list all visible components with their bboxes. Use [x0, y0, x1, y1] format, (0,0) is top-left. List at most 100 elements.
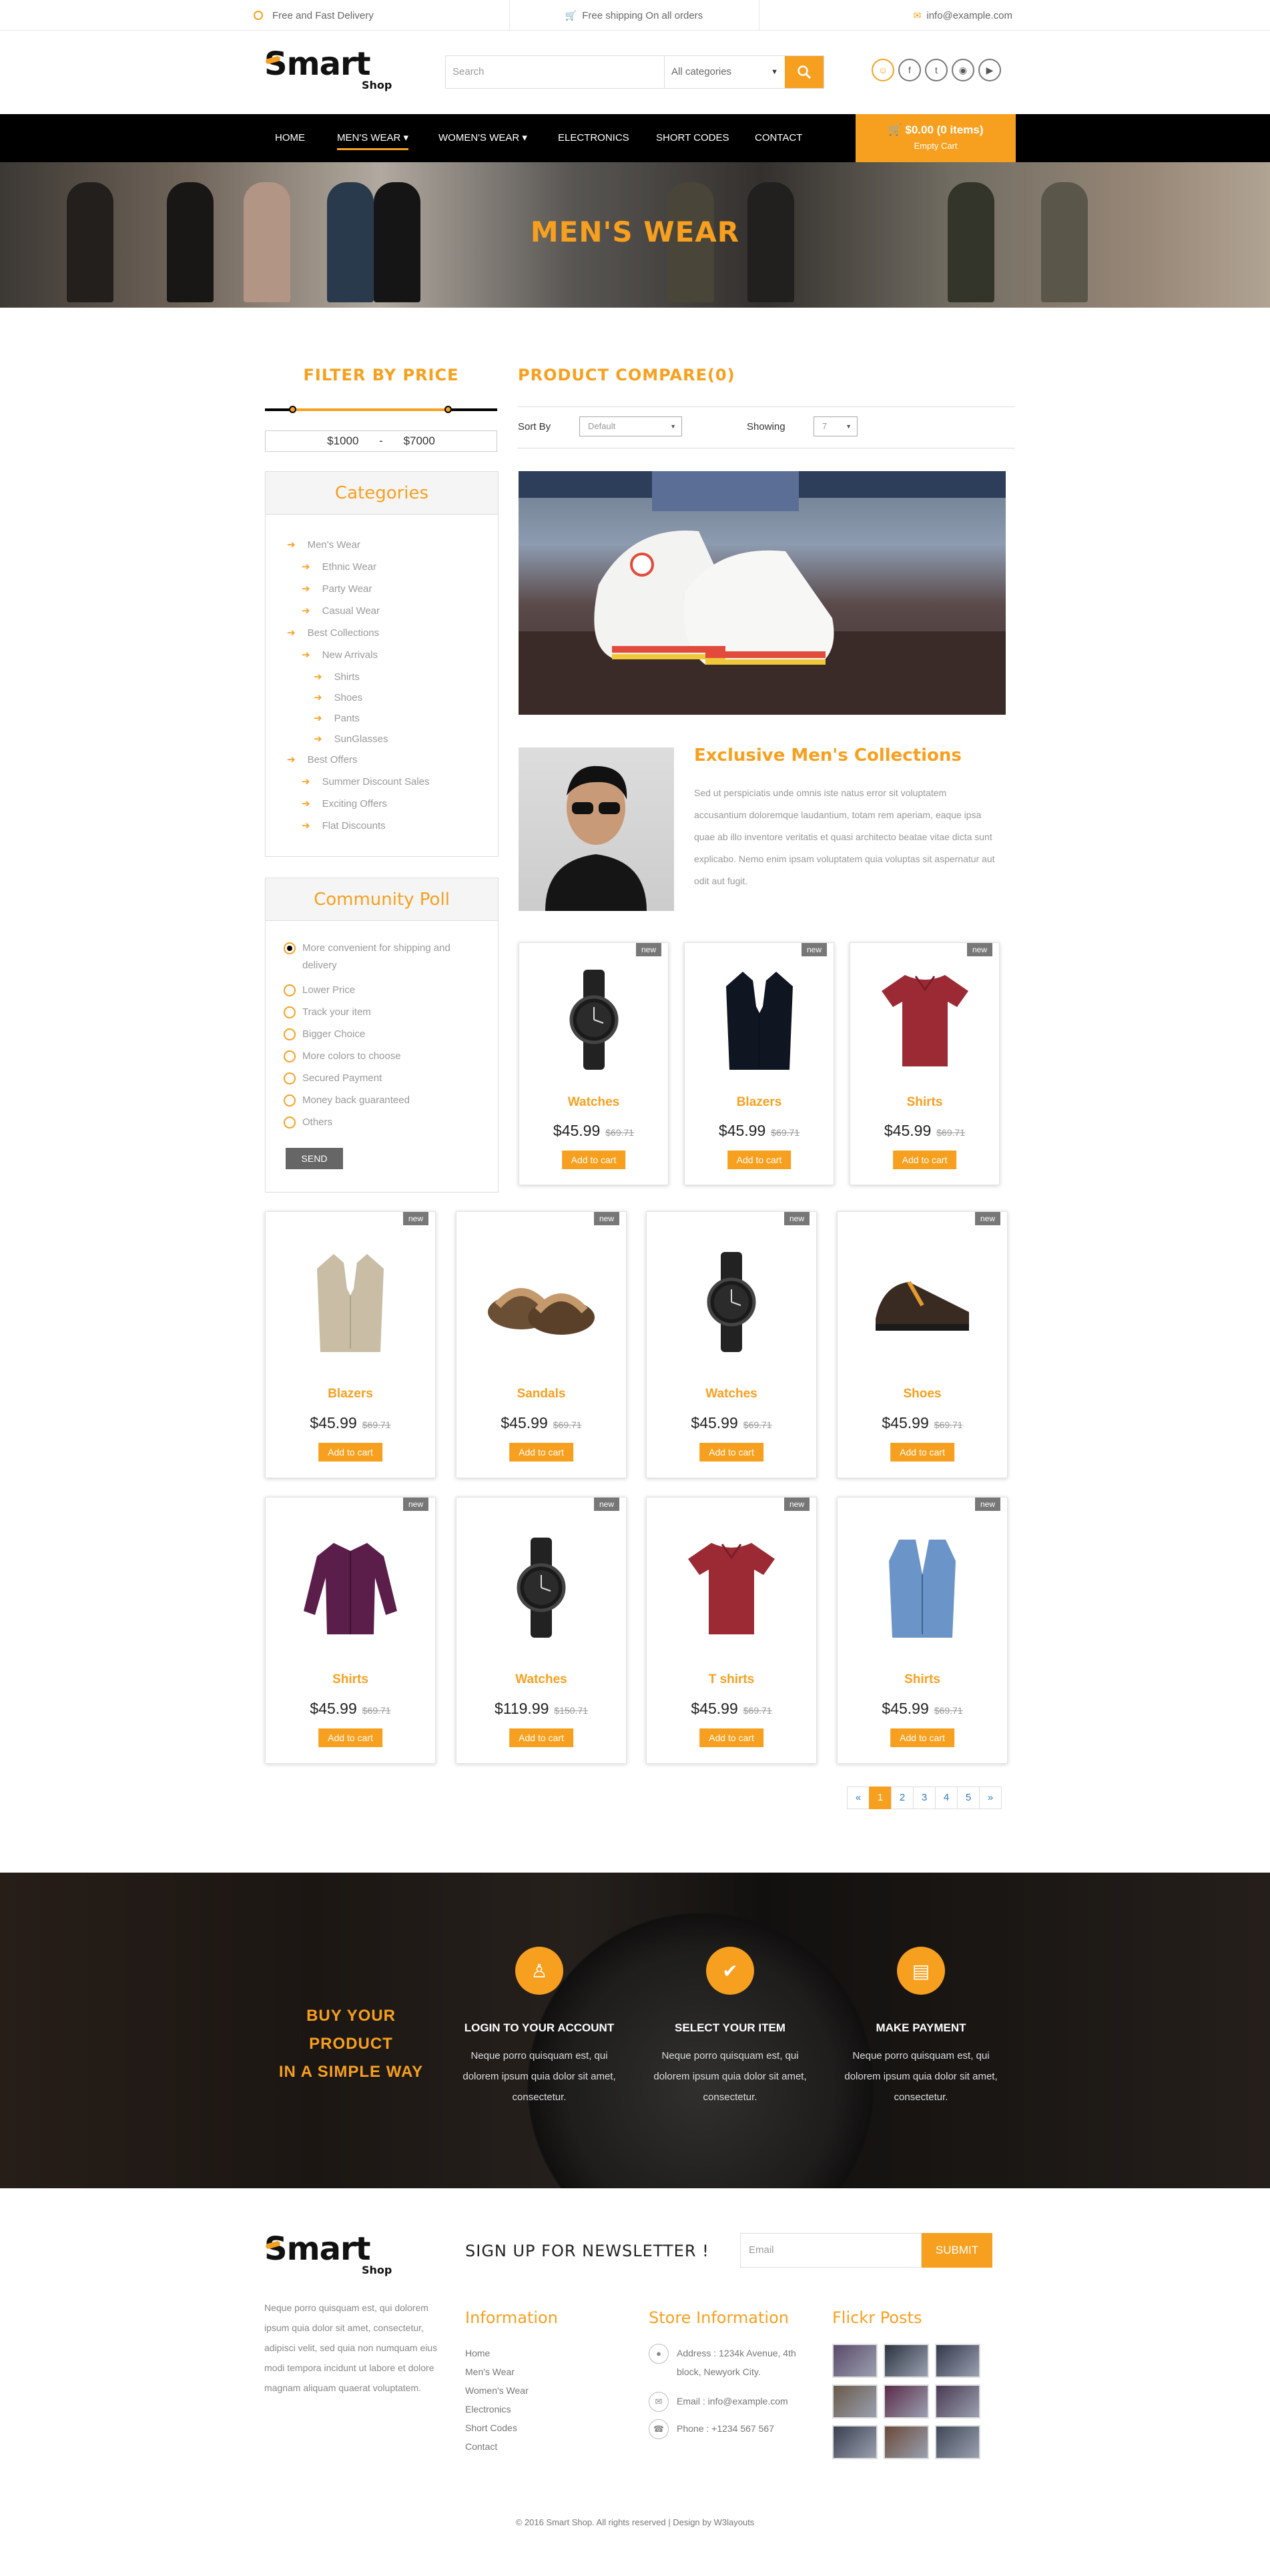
- add-to-cart-button[interactable]: Add to cart: [890, 1443, 954, 1462]
- category-best-collections[interactable]: ➔ Best Collections: [287, 627, 379, 639]
- radio-icon[interactable]: [284, 942, 296, 954]
- poll-option[interactable]: Secured Payment: [284, 1070, 382, 1087]
- category-pants[interactable]: ➔ Pants: [314, 712, 360, 724]
- product-name[interactable]: Blazers: [266, 1387, 435, 1401]
- product-name[interactable]: Watches: [647, 1387, 816, 1401]
- flickr-thumbnail[interactable]: [832, 2384, 878, 2419]
- add-to-cart-button[interactable]: Add to cart: [890, 1728, 954, 1747]
- search-input[interactable]: Search: [446, 56, 665, 88]
- product-card[interactable]: new T shirts $45.99 $69.71 Add to cart: [646, 1497, 817, 1764]
- product-card[interactable]: new Sandals $45.99 $69.71 Add to cart: [456, 1211, 627, 1478]
- footer-link-contact[interactable]: Contact: [465, 2441, 497, 2452]
- product-image[interactable]: [266, 1528, 435, 1648]
- youtube-icon[interactable]: ▶: [978, 59, 1001, 81]
- category-flat-discounts[interactable]: ➔ Flat Discounts: [302, 820, 386, 832]
- poll-option[interactable]: More convenient for shipping and deliver…: [284, 940, 484, 974]
- product-image[interactable]: [838, 1528, 1007, 1648]
- category-summer-discount[interactable]: ➔ Summer Discount Sales: [302, 775, 429, 787]
- poll-option[interactable]: Lower Price: [284, 982, 355, 999]
- radio-icon[interactable]: [284, 1006, 296, 1018]
- showing-select[interactable]: 7 ▼: [814, 416, 858, 436]
- category-new-arrivals[interactable]: ➔ New Arrivals: [302, 649, 378, 661]
- empty-cart-link[interactable]: Empty Cart: [856, 141, 1016, 151]
- add-to-cart-button[interactable]: Add to cart: [318, 1443, 382, 1462]
- category-sunglasses[interactable]: ➔ SunGlasses: [314, 733, 388, 745]
- nav-contact[interactable]: CONTACT: [755, 114, 802, 162]
- product-name[interactable]: Shirts: [850, 1095, 999, 1110]
- product-card[interactable]: new Watches $119.99 $150.71 Add to cart: [456, 1497, 627, 1764]
- product-image[interactable]: [838, 1242, 1007, 1362]
- add-to-cart-button[interactable]: Add to cart: [561, 1151, 626, 1169]
- category-casual-wear[interactable]: ➔ Casual Wear: [302, 605, 380, 617]
- product-image[interactable]: [456, 1242, 626, 1362]
- page-2[interactable]: 2: [891, 1787, 914, 1809]
- add-to-cart-button[interactable]: Add to cart: [699, 1443, 763, 1462]
- category-mens-wear[interactable]: ➔ Men's Wear: [287, 539, 360, 551]
- product-name[interactable]: T shirts: [647, 1672, 816, 1687]
- radio-icon[interactable]: [284, 1116, 296, 1129]
- category-ethnic-wear[interactable]: ➔ Ethnic Wear: [302, 561, 376, 573]
- add-to-cart-button[interactable]: Add to cart: [892, 1151, 957, 1169]
- product-name[interactable]: Sandals: [456, 1387, 626, 1401]
- footer-link-home[interactable]: Home: [465, 2348, 490, 2358]
- product-image[interactable]: [647, 1242, 816, 1362]
- add-to-cart-button[interactable]: Add to cart: [509, 1443, 573, 1462]
- flickr-thumbnail[interactable]: [884, 2344, 929, 2378]
- flickr-thumbnail[interactable]: [884, 2425, 929, 2459]
- product-name[interactable]: Blazers: [685, 1095, 834, 1110]
- page-next[interactable]: »: [979, 1787, 1002, 1809]
- add-to-cart-button[interactable]: Add to cart: [318, 1728, 382, 1747]
- page-1[interactable]: 1: [869, 1787, 892, 1809]
- product-image[interactable]: [456, 1528, 626, 1648]
- category-shirts[interactable]: ➔ Shirts: [314, 671, 360, 683]
- nav-electronics[interactable]: ELECTRONICS: [558, 114, 629, 162]
- slider-handle-max[interactable]: [444, 406, 452, 413]
- add-to-cart-button[interactable]: Add to cart: [699, 1728, 763, 1747]
- instagram-icon[interactable]: ◉: [952, 59, 974, 81]
- add-to-cart-button[interactable]: Add to cart: [727, 1151, 791, 1169]
- flickr-thumbnail[interactable]: [884, 2384, 929, 2419]
- page-prev[interactable]: «: [847, 1787, 870, 1809]
- category-exciting-offers[interactable]: ➔ Exciting Offers: [302, 797, 387, 810]
- page-3[interactable]: 3: [913, 1787, 936, 1809]
- product-image[interactable]: [685, 966, 834, 1073]
- poll-send-button[interactable]: SEND: [286, 1148, 343, 1169]
- product-image[interactable]: [519, 966, 668, 1073]
- radio-icon[interactable]: [284, 1050, 296, 1062]
- poll-option[interactable]: Money back guaranteed: [284, 1092, 410, 1109]
- user-icon[interactable]: ☺: [872, 59, 894, 81]
- radio-icon[interactable]: [284, 1094, 296, 1106]
- category-party-wear[interactable]: ➔ Party Wear: [302, 583, 372, 595]
- page-5[interactable]: 5: [957, 1787, 980, 1809]
- product-name[interactable]: Shoes: [838, 1387, 1007, 1401]
- newsletter-submit-button[interactable]: SUBMIT: [922, 2233, 992, 2268]
- flickr-thumbnail[interactable]: [832, 2344, 878, 2378]
- price-slider[interactable]: [265, 406, 497, 413]
- flickr-thumbnail[interactable]: [935, 2344, 980, 2378]
- product-name[interactable]: Shirts: [838, 1672, 1007, 1687]
- footer-logo[interactable]: Smart Shop: [264, 2230, 392, 2276]
- nav-short-codes[interactable]: SHORT CODES: [656, 114, 729, 162]
- add-to-cart-button[interactable]: Add to cart: [509, 1728, 573, 1747]
- product-card[interactable]: new Watches $45.99 $69.71 Add to cart: [519, 942, 669, 1185]
- poll-option[interactable]: More colors to choose: [284, 1048, 401, 1065]
- radio-icon[interactable]: [284, 1028, 296, 1040]
- flickr-thumbnail[interactable]: [935, 2425, 980, 2459]
- flickr-thumbnail[interactable]: [832, 2425, 878, 2459]
- poll-option[interactable]: Bigger Choice: [284, 1026, 365, 1043]
- twitter-icon[interactable]: t: [925, 59, 948, 81]
- slider-handle-min[interactable]: [289, 406, 296, 413]
- category-shoes[interactable]: ➔ Shoes: [314, 691, 362, 703]
- nav-home[interactable]: HOME: [275, 114, 305, 162]
- poll-option[interactable]: Track your item: [284, 1004, 371, 1021]
- footer-link-short-codes[interactable]: Short Codes: [465, 2423, 517, 2433]
- nav-womens-wear[interactable]: WOMEN'S WEAR ▾: [438, 114, 527, 162]
- sort-select[interactable]: Default ▼: [579, 416, 682, 436]
- newsletter-email-input[interactable]: Email: [740, 2233, 922, 2268]
- category-select[interactable]: All categories ▼: [665, 56, 785, 88]
- search-button[interactable]: [785, 56, 824, 88]
- footer-link-mens[interactable]: Men's Wear: [465, 2366, 515, 2377]
- product-card[interactable]: new Blazers $45.99 $69.71 Add to cart: [684, 942, 834, 1185]
- product-card[interactable]: new Shirts $45.99 $69.71 Add to cart: [265, 1497, 436, 1764]
- product-image[interactable]: [266, 1242, 435, 1362]
